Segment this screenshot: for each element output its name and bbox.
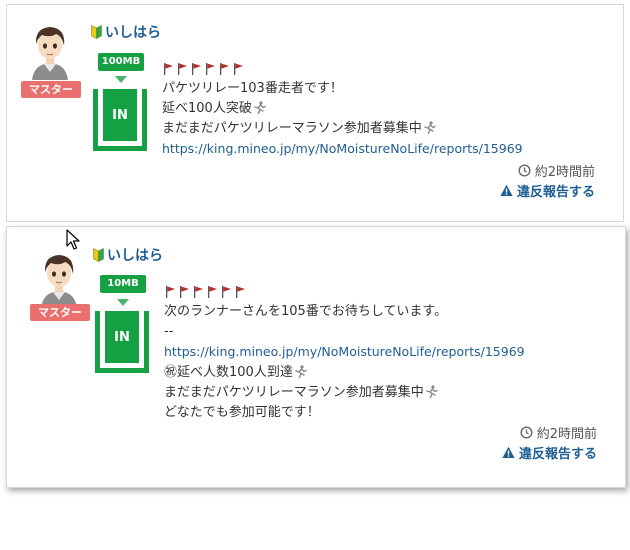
post-card: マスター いしはら 100MB IN パケツリレー103番走者です！ 延べ100… [6, 4, 624, 222]
post-line: ㊗延べ人数100人到達 [164, 363, 525, 383]
report-label: 違反報告する [516, 185, 595, 200]
arrow-down-icon [115, 76, 127, 83]
flag-icon [179, 286, 190, 298]
beginner-mark-icon [93, 248, 104, 262]
username-text: いしはら [105, 25, 161, 41]
flag-icon [219, 63, 230, 75]
flag-icon [235, 286, 246, 298]
report-link[interactable]: https://king.mineo.jp/my/NoMoistureNoLif… [164, 344, 525, 359]
rank-badge: マスター [21, 81, 81, 98]
report-link[interactable]: https://king.mineo.jp/my/NoMoistureNoLif… [162, 141, 523, 156]
flag-row [163, 63, 244, 75]
flag-icon [205, 63, 216, 75]
post-separator: -- [164, 324, 174, 339]
runner-icon [425, 385, 438, 398]
timestamp-text: 約2時間前 [534, 165, 595, 180]
post-timestamp: 約2時間前 [520, 423, 597, 442]
warning-icon [500, 184, 513, 197]
arrow-down-icon [117, 299, 129, 306]
data-in-indicator: IN [95, 311, 149, 373]
post-line: 次のランナーさんを105番でお待ちしています。 [164, 304, 448, 319]
post-body: パケツリレー103番走者です！ 延べ100人突破 まだまだパケツリレーマラソン参… [162, 79, 523, 160]
runner-icon [423, 121, 436, 134]
username-link[interactable]: いしはら [93, 245, 163, 265]
user-avatar[interactable] [20, 20, 80, 80]
flag-icon [177, 63, 188, 75]
runner-icon [294, 365, 307, 378]
clock-icon [518, 164, 531, 177]
username-text: いしはら [107, 248, 163, 264]
post-line: まだまだパケツリレーマラソン参加者募集中 [164, 383, 525, 403]
post-body: 次のランナーさんを105番でお待ちしています。 -- https://king.… [164, 302, 525, 423]
post-line: どなたでも参加可能です！ [164, 405, 320, 420]
report-violation-button[interactable]: 違反報告する [500, 181, 595, 200]
post-card: マスター いしはら 10MB IN 次のランナーさんを105番でお待ちしています… [6, 226, 626, 488]
flag-icon [233, 63, 244, 75]
cursor-icon [66, 229, 80, 250]
clock-icon [520, 426, 533, 439]
post-line: まだまだパケツリレーマラソン参加者募集中 [162, 119, 523, 139]
data-in-indicator: IN [93, 89, 147, 151]
in-label: IN [105, 311, 139, 363]
report-violation-button[interactable]: 違反報告する [502, 443, 597, 462]
runner-icon [253, 101, 266, 114]
beginner-mark-icon [91, 25, 102, 39]
post-line: パケツリレー103番走者です！ [162, 81, 343, 96]
flag-icon [165, 286, 176, 298]
data-amount-badge: 100MB [98, 53, 144, 71]
in-label: IN [103, 89, 137, 141]
flag-icon [221, 286, 232, 298]
user-avatar[interactable] [29, 248, 89, 308]
flag-icon [193, 286, 204, 298]
data-amount-badge: 10MB [100, 275, 146, 293]
warning-icon [502, 446, 515, 459]
timestamp-text: 約2時間前 [536, 427, 597, 442]
post-timestamp: 約2時間前 [518, 161, 595, 180]
post-line: 延べ100人突破 [162, 99, 523, 119]
username-link[interactable]: いしはら [91, 22, 161, 42]
flag-icon [191, 63, 202, 75]
flag-row [165, 286, 246, 298]
report-label: 違反報告する [518, 447, 597, 462]
flag-icon [207, 286, 218, 298]
flag-icon [163, 63, 174, 75]
rank-badge: マスター [30, 304, 90, 321]
